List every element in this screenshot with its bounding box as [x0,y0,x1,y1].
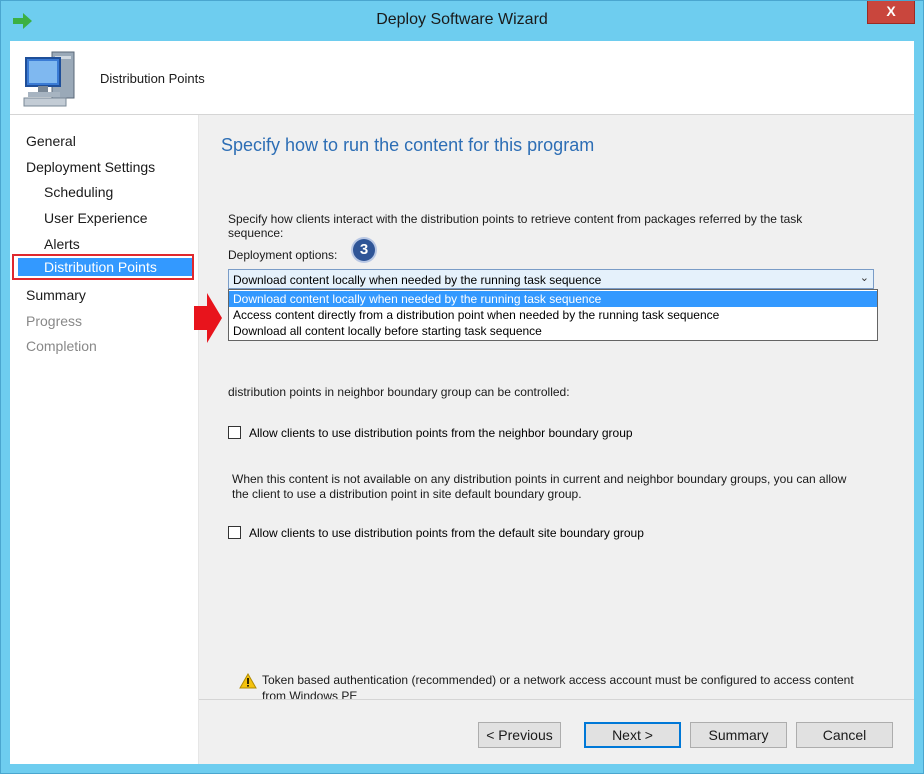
wizard-page: Specify how to run the content for this … [199,115,914,703]
step-badge: 3 [353,239,375,261]
footer-divider [199,699,914,700]
cancel-button[interactable]: Cancel [796,722,893,748]
default-boundary-text-line2: the client to use a distribution point i… [232,487,582,501]
dropdown-option[interactable]: Download content locally when needed by … [229,291,877,307]
next-button[interactable]: Next > [584,722,681,748]
computer-icon [23,51,75,107]
annotation-arrow-icon [194,293,222,343]
wizard-header: Distribution Points [10,41,914,115]
dropdown-option[interactable]: Download all content locally before star… [229,323,877,339]
deployment-options-dropdown: Download content locally when needed by … [228,289,878,341]
warning-text-line2: from Windows PE [262,689,358,703]
nav-item-progress: Progress [26,313,83,329]
default-boundary-text-line1: When this content is not available on an… [232,472,847,486]
summary-button[interactable]: Summary [690,722,787,748]
wizard-nav: General Deployment Settings Scheduling U… [10,115,198,764]
warning-text-line1: Token based authentication (recommended)… [262,673,854,687]
nav-item-scheduling[interactable]: Scheduling [44,184,113,200]
dropdown-option[interactable]: Access content directly from a distribut… [229,307,877,323]
chevron-down-icon[interactable]: ⌄ [860,271,869,284]
nav-item-summary[interactable]: Summary [26,287,86,303]
deployment-options-value: Download content locally when needed by … [233,273,602,287]
nav-item-general[interactable]: General [26,133,76,149]
title-bar: Deploy Software Wizard X [1,1,923,41]
deployment-options-select[interactable]: Download content locally when needed by … [228,269,874,289]
deployment-options-label: Deployment options: [228,248,338,262]
page-heading: Specify how to run the content for this … [221,135,595,155]
nav-item-deployment-settings[interactable]: Deployment Settings [26,159,155,175]
intro-text-line1: Specify how clients interact with the di… [228,212,803,226]
default-boundary-label[interactable]: Allow clients to use distribution points… [249,526,644,540]
warning-icon [239,673,257,689]
default-boundary-checkbox[interactable] [228,526,241,539]
header-title: Distribution Points [100,71,205,86]
close-button[interactable]: X [867,1,915,24]
nav-item-distribution-points-label: Distribution Points [44,259,157,275]
intro-text-line2: sequence: [228,226,284,240]
nav-item-alerts[interactable]: Alerts [44,236,80,252]
previous-button[interactable]: < Previous [478,722,561,748]
neighbor-boundary-checkbox[interactable] [228,426,241,439]
window-title: Deploy Software Wizard [376,11,548,28]
wizard-window: Deploy Software Wizard X Distribution Po… [0,0,924,774]
wizard-client-area: Distribution Points General Deployment S… [10,41,914,764]
nav-item-distribution-points[interactable]: Distribution Points [12,254,194,280]
nav-item-completion: Completion [26,338,97,354]
neighbor-description: distribution points in neighbor boundary… [228,385,570,399]
neighbor-boundary-label[interactable]: Allow clients to use distribution points… [249,426,633,440]
nav-item-user-experience[interactable]: User Experience [44,210,148,226]
